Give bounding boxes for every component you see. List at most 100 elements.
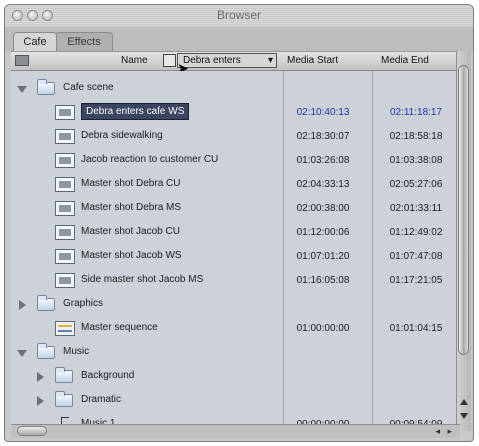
media-end-cell: 01:07:47:08 xyxy=(389,251,443,262)
media-start-cell: 01:07:01:20 xyxy=(296,251,350,262)
item-name-text: Debra sidewalking xyxy=(81,130,163,141)
video-clip-icon xyxy=(55,105,75,120)
item-name: Side master shot Jacob MS xyxy=(81,274,203,285)
list-item[interactable]: Master shot Jacob WS 01:07:01:20 01:07:47:… xyxy=(11,245,460,269)
disclosure-closed-icon[interactable] xyxy=(37,396,44,406)
bin-row[interactable]: Dramatic xyxy=(11,389,460,413)
video-clip-icon xyxy=(55,153,75,168)
media-end-cell: 01:17:21:05 xyxy=(389,275,443,286)
list-item[interactable]: Master shot Debra MS 02:00:38:00 02:01:33:… xyxy=(11,197,460,221)
item-name-text: Master shot Jacob CU xyxy=(81,226,180,237)
item-name-text: Master sequence xyxy=(81,322,158,333)
video-clip-icon xyxy=(55,249,75,264)
chevron-down-icon: ▾ xyxy=(267,55,273,66)
bin-row[interactable]: Cafe scene xyxy=(11,77,460,101)
item-name-text: Background xyxy=(81,370,135,381)
scroll-right-icon[interactable]: ▸ xyxy=(447,426,452,437)
disclosure-closed-icon[interactable] xyxy=(37,372,44,382)
list-item[interactable]: Master shot Debra CU 02:04:33:13 02:05:27:… xyxy=(11,173,460,197)
item-name-text: Dramatic xyxy=(81,394,122,405)
item-name: Master shot Debra MS xyxy=(81,202,181,213)
bin-folder-icon xyxy=(55,367,73,383)
item-name-text: Side master shot Jacob MS xyxy=(81,274,204,285)
list-item[interactable]: Debra sidewalking 02:18:30:07 02:18:58:18 xyxy=(11,125,460,149)
item-name-text: Debra enters cafe WS xyxy=(81,103,190,120)
tab-effects[interactable]: Effects xyxy=(55,32,113,51)
item-name: Master sequence xyxy=(81,322,158,333)
media-end-cell: 02:18:58:18 xyxy=(389,131,443,142)
media-end-cell: 01:01:04:15 xyxy=(389,323,443,334)
item-name: Jacob reaction to customer CU xyxy=(81,154,218,165)
item-name: Master shot Jacob CU xyxy=(81,226,180,237)
item-name: Debra sidewalking xyxy=(81,130,163,141)
bin-row[interactable]: Graphics xyxy=(11,293,460,317)
vertical-scroll-thumb[interactable] xyxy=(458,65,469,355)
list-item[interactable]: Jacob reaction to customer CU 01:03:26:08… xyxy=(11,149,460,173)
disclosure-open-icon[interactable] xyxy=(17,350,27,357)
media-end-cell: 01:12:49:02 xyxy=(389,227,443,238)
media-start-cell: 02:10:40:13 xyxy=(296,107,350,118)
media-end-column-header[interactable]: Media End xyxy=(381,55,429,66)
item-name: Background xyxy=(81,370,134,381)
bin-folder-icon xyxy=(37,295,55,311)
scroll-up-icon[interactable] xyxy=(460,399,468,405)
video-clip-icon xyxy=(55,177,75,192)
browser-window: Browser Cafe Effects Name Debra enters ▾ … xyxy=(4,4,474,442)
rename-field-value: Debra enters xyxy=(183,55,241,66)
item-name: Graphics xyxy=(63,298,103,309)
media-start-cell: 02:18:30:07 xyxy=(296,131,350,142)
video-clip-icon xyxy=(55,129,75,144)
bin-row[interactable]: Music xyxy=(11,341,460,365)
disclosure-closed-icon[interactable] xyxy=(19,300,26,310)
media-start-cell: 02:04:33:13 xyxy=(296,179,350,190)
column-options-icon[interactable] xyxy=(15,55,29,66)
bin-folder-icon xyxy=(37,343,55,359)
disclosure-open-icon[interactable] xyxy=(17,86,27,93)
item-name-text: Jacob reaction to customer CU xyxy=(81,154,219,165)
item-name: Master shot Debra CU xyxy=(81,178,180,189)
list-item[interactable]: Debra enters cafe WS 02:10:40:13 02:11:18:… xyxy=(11,101,460,125)
media-start-column-header[interactable]: Media Start xyxy=(287,55,338,66)
media-start-cell: 01:00:00:00 xyxy=(296,323,350,334)
sequence-icon xyxy=(55,321,75,336)
window-title: Browser xyxy=(216,8,261,22)
media-end-cell: 02:11:18:17 xyxy=(389,107,443,118)
vertical-scrollbar[interactable] xyxy=(456,51,471,431)
bin-folder-icon xyxy=(37,79,55,95)
media-end-cell: 01:03:38:08 xyxy=(389,155,443,166)
column-header: Name Debra enters ▾ Media Start Media End… xyxy=(11,51,460,75)
bin-row[interactable]: Background xyxy=(11,365,460,389)
list-item[interactable]: Master shot Jacob CU 01:12:00:06 01:12:49:… xyxy=(11,221,460,245)
list-item[interactable]: Master sequence 01:00:00:00 01:01:04:15 xyxy=(11,317,460,341)
item-name-text: Cafe scene xyxy=(63,82,114,93)
item-name-text: Music xyxy=(63,346,90,357)
item-name-text: Master shot Jacob WS xyxy=(81,250,182,261)
video-clip-icon xyxy=(55,273,75,288)
browser-list: Cafe scene Debra enters cafe WS 02:10:40:1… xyxy=(11,71,460,431)
media-end-cell: 02:01:33:11 xyxy=(389,203,443,214)
horizontal-scrollbar[interactable]: ◂ ▸ xyxy=(11,424,460,438)
tab-cafe[interactable]: Cafe xyxy=(13,32,57,51)
media-end-cell: 02:05:27:06 xyxy=(389,179,443,190)
media-start-cell: 01:16:05:08 xyxy=(296,275,350,286)
sort-toggle-icon[interactable] xyxy=(163,54,176,67)
scroll-left-icon[interactable]: ◂ xyxy=(435,426,440,437)
item-name-text: Graphics xyxy=(63,298,104,309)
name-column-header[interactable]: Name xyxy=(121,55,148,66)
video-clip-icon xyxy=(55,225,75,240)
list-item[interactable]: Side master shot Jacob MS 01:16:05:08 01:1… xyxy=(11,269,460,293)
media-start-cell: 02:00:38:00 xyxy=(296,203,350,214)
item-name-text: Master shot Debra MS xyxy=(81,202,182,213)
rename-field[interactable]: Debra enters ▾ xyxy=(177,53,277,68)
item-name: Debra enters cafe WS xyxy=(81,103,190,120)
item-name: Music xyxy=(63,346,89,357)
bin-folder-icon xyxy=(55,391,73,407)
item-name: Cafe scene xyxy=(63,82,114,93)
scroll-down-icon[interactable] xyxy=(460,413,468,419)
item-name-text: Master shot Debra CU xyxy=(81,178,181,189)
item-name: Dramatic xyxy=(81,394,121,405)
title-bar[interactable]: Browser xyxy=(5,5,473,28)
horizontal-scroll-thumb[interactable] xyxy=(17,426,47,436)
media-start-cell: 01:12:00:06 xyxy=(296,227,350,238)
item-name: Master shot Jacob WS xyxy=(81,250,182,261)
